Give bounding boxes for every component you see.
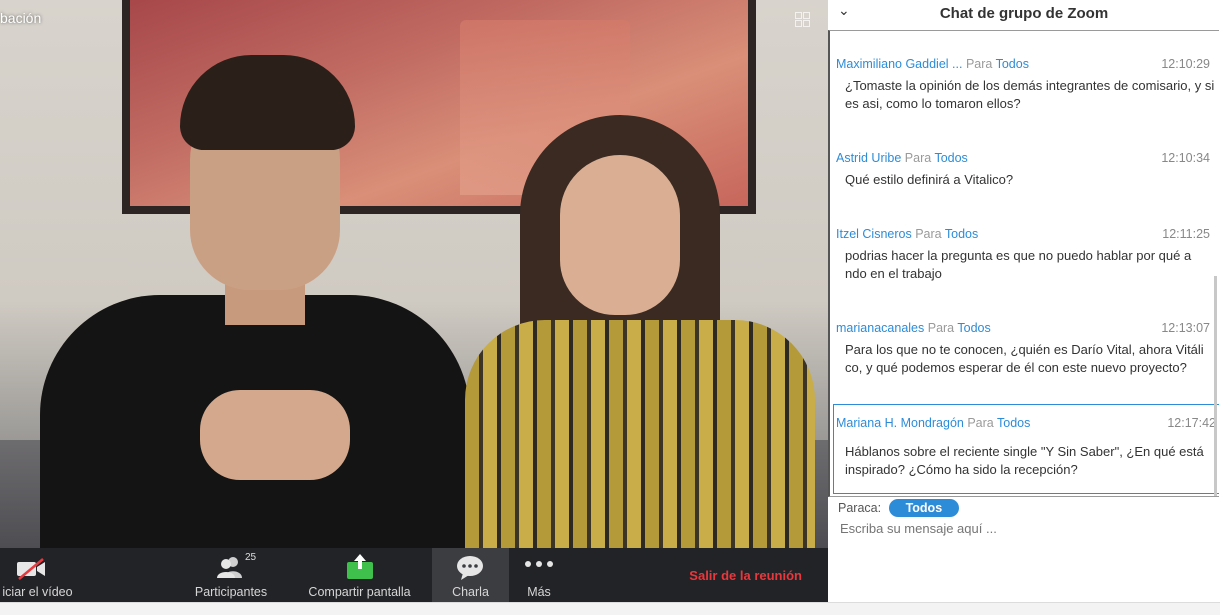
- chat-message-selected[interactable]: Mariana H. Mondragón Para Todos 12:17:42…: [833, 404, 1219, 494]
- recipient-label: Paraca:: [838, 501, 882, 515]
- message-recipient: Todos: [944, 227, 979, 241]
- message-recipient: Todos: [997, 416, 1031, 430]
- recipient-row: Paraca: Todos: [838, 499, 960, 517]
- message-text: ¿Tomaste la opinión de los demás integra…: [845, 78, 1215, 111]
- start-video-button[interactable]: iciar el vídeo: [0, 548, 75, 602]
- chat-button[interactable]: Charla: [432, 548, 509, 602]
- message-to-word: Para: [965, 57, 993, 71]
- message-time: 12:17:42: [1167, 416, 1216, 430]
- message-to-word: Para: [927, 321, 955, 335]
- message-sender[interactable]: marianacanales: [836, 321, 924, 335]
- leave-meeting-button[interactable]: Salir de la reunión: [689, 568, 802, 583]
- participants-count: 25: [245, 552, 257, 563]
- chat-message[interactable]: Astrid Uribe Para Todos 12:10:34 Qué est…: [830, 151, 1216, 201]
- speaker-woman: [465, 115, 815, 548]
- message-recipient: Todos: [934, 151, 968, 165]
- share-screen-label: Compartir pantalla: [308, 585, 411, 599]
- chat-message[interactable]: marianacanales Para Todos 12:13:07 Para …: [830, 321, 1216, 391]
- message-time: 12:10:34: [1161, 151, 1210, 165]
- start-video-label: iciar el vídeo: [2, 585, 73, 599]
- more-dots-icon: [525, 561, 553, 567]
- chat-messages[interactable]: Maximiliano Gaddiel ... Para Todos 12:10…: [828, 30, 1219, 497]
- share-screen-button[interactable]: Compartir pantalla: [302, 548, 417, 602]
- message-text: Para los que no te conocen, ¿quién es Da…: [845, 342, 1204, 375]
- message-recipient: Todos: [957, 321, 991, 335]
- participants-label: Participantes: [194, 585, 268, 599]
- message-sender[interactable]: Itzel Cisneros: [836, 227, 912, 241]
- participants-button[interactable]: 25 Participantes: [190, 548, 272, 602]
- recording-label: bación: [0, 10, 42, 26]
- chat-message[interactable]: Itzel Cisneros Para Todos 12:11:25 podri…: [830, 227, 1216, 297]
- chat-label: Charla: [452, 585, 489, 599]
- message-text: podrias hacer la pregunta es que no pued…: [845, 248, 1192, 281]
- bottom-strip: [0, 602, 1220, 615]
- chat-header: ⌄ Chat de grupo de Zoom: [828, 0, 1220, 28]
- share-screen-icon: [347, 554, 373, 579]
- message-sender[interactable]: Mariana H. Mondragón: [836, 416, 964, 430]
- participants-icon: [217, 557, 242, 578]
- chat-scrollbar[interactable]: [1214, 276, 1217, 496]
- message-to-word: Para: [967, 416, 994, 430]
- more-label: Más: [527, 585, 551, 599]
- message-sender[interactable]: Astrid Uribe: [836, 151, 901, 165]
- message-time: 12:11:25: [1162, 227, 1210, 241]
- video-off-icon: [17, 558, 45, 580]
- chat-bubble-icon: [457, 556, 483, 580]
- speaker-man: [40, 55, 470, 548]
- message-text: Qué estilo definirá a Vitalico?: [845, 172, 1014, 187]
- video-feed: bación: [0, 0, 828, 548]
- message-to-word: Para: [904, 151, 932, 165]
- more-button[interactable]: Más: [515, 548, 563, 602]
- message-time: 12:13:07: [1161, 321, 1210, 335]
- message-to-word: Para: [915, 227, 942, 241]
- meeting-toolbar: iciar el vídeo 25 Participantes Comparti…: [0, 548, 828, 602]
- recipient-select[interactable]: Todos: [888, 499, 960, 517]
- message-sender[interactable]: Maximiliano Gaddiel ...: [836, 57, 962, 71]
- message-text: Háblanos sobre el reciente single "Y Sin…: [845, 444, 1204, 477]
- chat-title: Chat de grupo de Zoom: [939, 5, 1109, 22]
- message-time: 12:10:29: [1161, 57, 1210, 71]
- chat-message-input[interactable]: [838, 520, 1202, 537]
- chat-panel: ⌄ Chat de grupo de Zoom Maximiliano Gadd…: [828, 0, 1220, 602]
- message-recipient: Todos: [995, 57, 1029, 71]
- gallery-view-icon[interactable]: [795, 12, 810, 27]
- chat-message[interactable]: Maximiliano Gaddiel ... Para Todos 12:10…: [830, 57, 1216, 127]
